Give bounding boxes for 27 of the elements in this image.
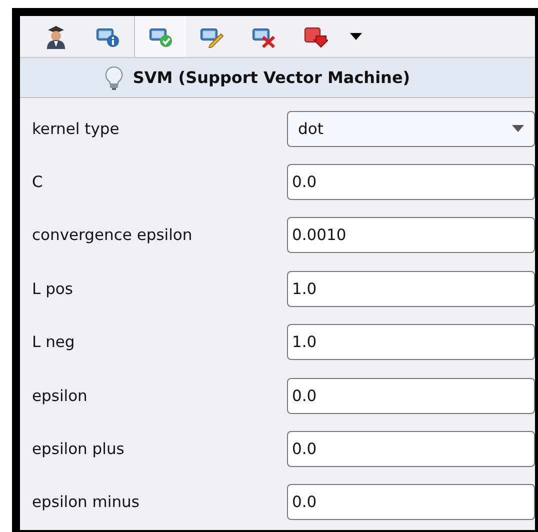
input-field[interactable]: 1.0	[287, 270, 535, 307]
input-field[interactable]: 0.0	[287, 484, 535, 520]
dropdown[interactable]: dot	[287, 110, 535, 147]
input-field[interactable]: 0.0	[287, 164, 535, 200]
parameter-label: convergence epsilon	[32, 226, 192, 244]
input-field[interactable]: 0.0010	[287, 217, 535, 254]
down-arrow-box-icon	[304, 26, 328, 48]
monitor-pencil-icon	[200, 26, 224, 48]
toolbar-button[interactable]	[134, 16, 186, 57]
parameter-label: epsilon	[32, 386, 88, 405]
parameter-label: L pos	[32, 280, 73, 298]
input-field[interactable]: 0.0	[287, 431, 535, 468]
parameter-label: L neg	[32, 333, 75, 352]
caret-icon	[350, 33, 362, 40]
parameter-label: epsilon minus	[32, 493, 140, 512]
parameter-label: epsilon plus	[32, 440, 124, 458]
operator-title: SVM (Support Vector Machine)	[132, 68, 410, 87]
input-field[interactable]: 0.0	[287, 378, 535, 414]
graduate-icon	[45, 24, 67, 48]
caret-icon	[512, 125, 524, 132]
parameter-label: C	[32, 173, 43, 192]
parameter-label: kernel type	[32, 120, 120, 138]
input-field[interactable]: 1.0	[287, 324, 535, 360]
lightbulb-icon	[104, 66, 123, 90]
monitor-cross-icon	[252, 26, 276, 48]
monitor-check-icon	[148, 26, 172, 48]
monitor-info-icon	[96, 26, 120, 48]
